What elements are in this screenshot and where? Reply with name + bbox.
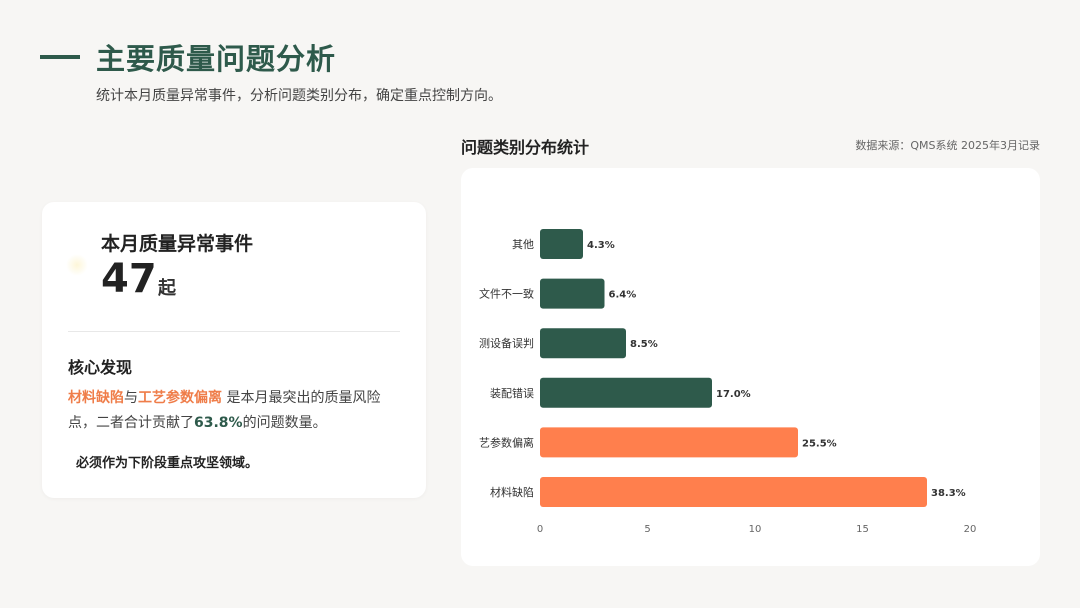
bar-chart: 其他 4.3% 文件不一致 6.4% 测设备误判 8.5% 装配错误 17.0% 艺参数偏离 25… [479,229,977,535]
page-header: 主要质量问题分析 [40,36,336,78]
page-subtitle: 统计本月质量异常事件，分析问题类别分布，确定重点控制方向。 [96,88,502,104]
x-tick-label: 20 [964,524,977,535]
category-label: 艺参数偏离 [479,435,534,449]
core-findings-text: 材料缺陷与工艺参数偏离 是本月最突出的质量风险点，二者合计贡献了63.8%的问题… [68,386,403,436]
bar [540,328,626,359]
bar [540,377,712,408]
category-label: 材料缺陷 [490,485,534,499]
bar [540,229,583,259]
x-tick-label: 5 [644,524,650,535]
metric-value: 47 [101,256,157,302]
chart-source: 数据来源：QMS系统 2025年3月记录 [855,139,1040,152]
x-tick-label: 10 [749,524,762,535]
core-note: 必须作为下阶段重点攻坚领域。 [76,456,259,471]
bar [540,427,798,458]
finding-percent: 63.8% [194,415,243,431]
bar-value-label: 25.5% [802,438,837,449]
chart-title: 问题类别分布统计 [461,138,590,157]
category-label: 装配错误 [490,386,534,400]
bar-value-label: 17.0% [716,389,751,400]
summary-card: 本月质量异常事件 47 起 核心发现 材料缺陷与工艺参数偏离 是本月最突出的质量… [42,202,426,498]
x-tick-label: 15 [856,524,869,535]
category-label: 测设备误判 [479,336,534,350]
bar-value-label: 6.4% [609,290,637,301]
core-findings-title: 核心发现 [68,358,133,377]
page-title: 主要质量问题分析 [96,42,337,76]
finding-end: 的问题数量。 [242,415,327,431]
metric-unit: 起 [158,278,176,299]
bar-value-label: 38.3% [931,488,966,499]
finding-conjunction: 与 [124,390,138,406]
metric-label: 本月质量异常事件 [101,233,254,255]
finding-item-2: 工艺参数偏离 [138,390,222,406]
category-label: 文件不一致 [479,287,534,301]
bar-value-label: 4.3% [587,240,615,251]
finding-item-1: 材料缺陷 [68,390,124,406]
decorative-glow [66,254,88,276]
category-label: 其他 [512,238,534,251]
title-accent-bar [40,55,80,59]
bar [540,278,605,309]
chart-card: 其他 4.3% 文件不一致 6.4% 测设备误判 8.5% 装配错误 17.0% 艺参数偏离 25… [461,168,1040,566]
x-tick-label: 0 [537,524,543,535]
bar [540,477,927,507]
bar-value-label: 8.5% [630,339,658,350]
card-divider [68,331,400,332]
